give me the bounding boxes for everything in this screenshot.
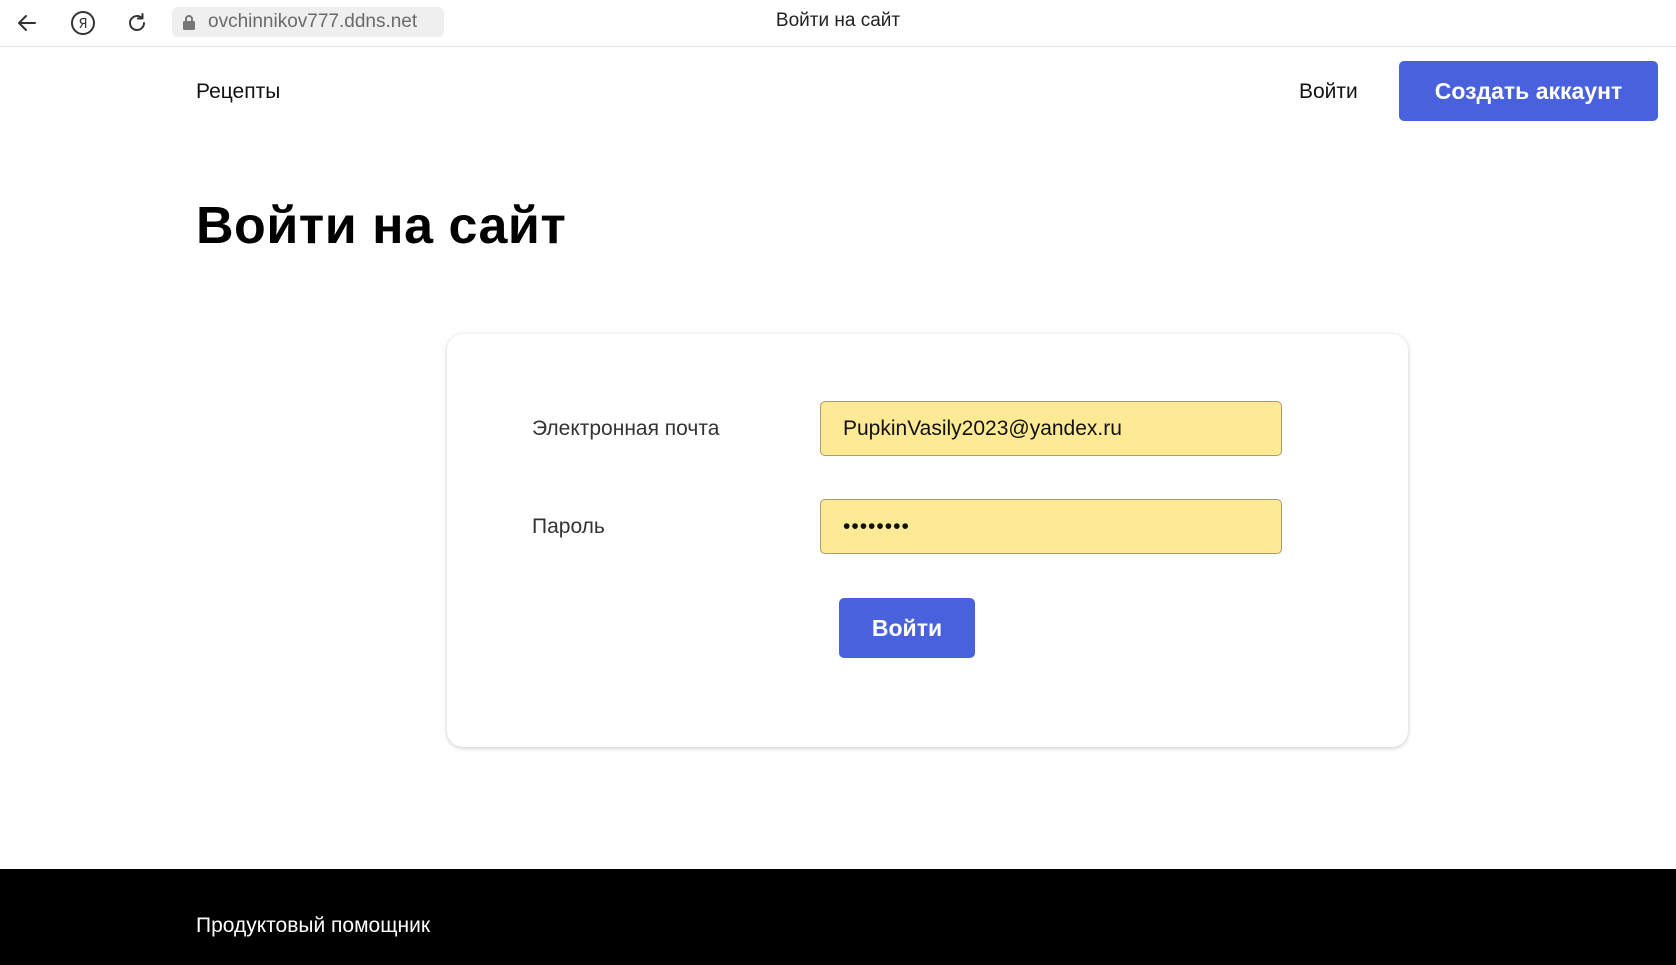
password-field[interactable] <box>820 499 1282 554</box>
tab-title: Войти на сайт <box>775 10 901 31</box>
password-label: Пароль <box>532 515 605 538</box>
create-account-button[interactable]: Создать аккаунт <box>1399 61 1658 121</box>
login-submit-button[interactable]: Войти <box>839 598 975 658</box>
page-title: Войти на сайт <box>196 197 567 255</box>
footer-brand: Продуктовый помощник <box>196 914 431 937</box>
footer: Продуктовый помощник <box>0 869 1676 965</box>
email-field[interactable] <box>820 401 1282 456</box>
login-card: Электронная почта Пароль Войти <box>447 334 1408 747</box>
nav-login-link[interactable]: Войти <box>1299 80 1358 104</box>
email-label: Электронная почта <box>532 417 720 440</box>
browser-toolbar: Я ovchinnikov777.ddns.net Войти на сайт <box>0 0 1676 47</box>
nav-recipes-link[interactable]: Рецепты <box>196 80 280 104</box>
